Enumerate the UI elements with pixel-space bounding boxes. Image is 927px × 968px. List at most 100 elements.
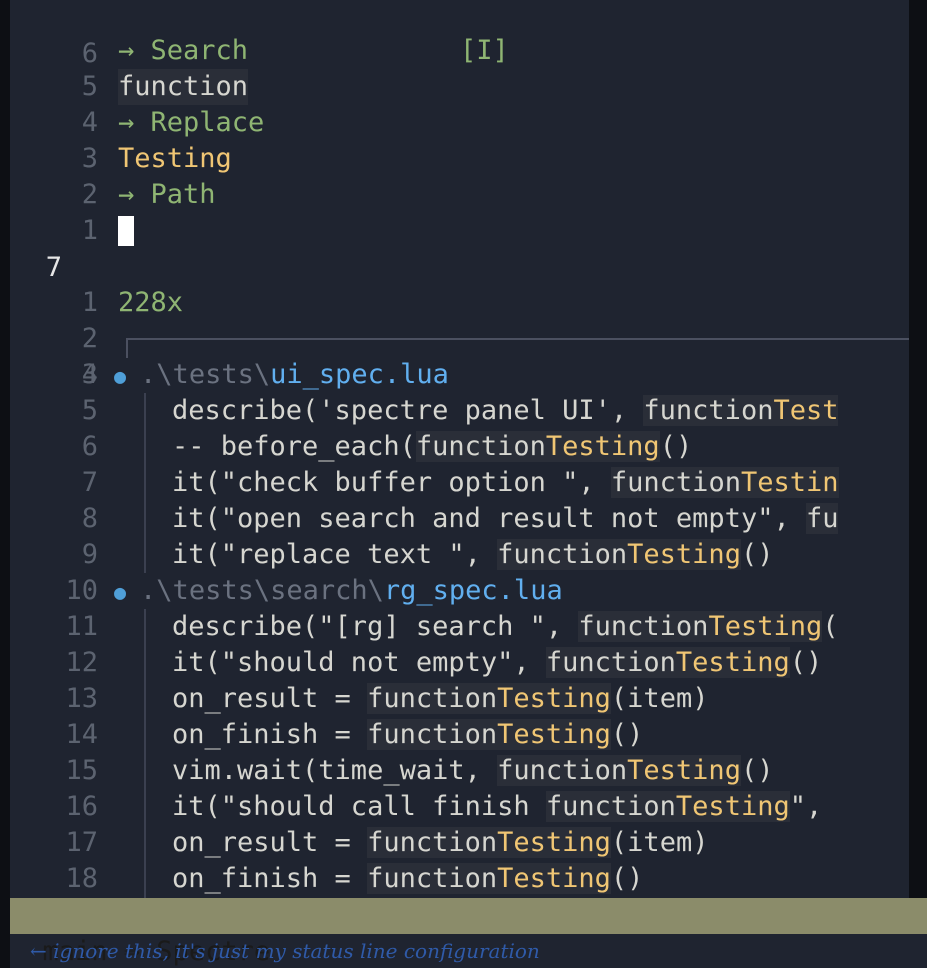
line-number: 17 — [65, 827, 98, 858]
line-number: 14 — [65, 719, 98, 750]
match-replacement: Testing — [497, 719, 611, 750]
path-input-line[interactable]: 7 — [10, 214, 909, 283]
result-match[interactable]: 9 it("replace text ", functionTesting() — [10, 537, 909, 573]
match-search-term: function — [497, 755, 628, 786]
result-match[interactable]: 12 it("should not empty", functionTesting… — [10, 645, 909, 681]
file-name: ui_spec.lua — [270, 359, 449, 390]
replace-input[interactable]: Testing — [118, 141, 232, 177]
right-border — [909, 0, 927, 898]
line-number: 8 — [81, 503, 98, 534]
file-directory: .\tests\ — [140, 359, 271, 390]
line-number: 4 — [81, 359, 98, 390]
match-search-term: function — [415, 431, 546, 462]
line-number: 7 — [81, 467, 98, 498]
handwritten-annotation: ← ignore this, it's just my status line … — [30, 939, 540, 963]
results-separator-corner — [126, 338, 128, 358]
result-match[interactable]: 15 vim.wait(time_wait, functionTesting() — [10, 753, 909, 789]
match-prefix: vim.wait(time_wait, — [172, 755, 498, 786]
search-input[interactable]: function — [118, 69, 249, 105]
result-match[interactable]: 6 -- before_each(functionTesting() — [10, 429, 909, 465]
line-number: 11 — [65, 611, 98, 642]
match-prefix: it("open search and result not empty", — [172, 503, 806, 534]
statusline: main ⇒ Spectre — [10, 898, 927, 967]
match-prefix: on_finish = — [172, 863, 368, 894]
match-prefix: describe("[rg] search ", — [172, 611, 579, 642]
match-suffix: (item) — [610, 827, 709, 858]
match-highlight: functionTesting — [497, 755, 741, 786]
match-suffix: () — [610, 719, 644, 750]
match-replacement: Testing — [627, 755, 741, 786]
match-search-term: fu — [805, 503, 839, 534]
match-prefix: -- before_each( — [172, 431, 416, 462]
match-search-term: function — [367, 827, 498, 858]
match-replacement: Testing — [675, 791, 790, 822]
result-match[interactable]: 5 describe('spectre panel UI', functionTe… — [10, 393, 909, 429]
match-replacement: Testing — [497, 863, 611, 894]
match-suffix: () — [740, 539, 774, 570]
match-highlight: functionTesting — [367, 719, 611, 750]
search-input-line[interactable]: 4 function — [10, 69, 909, 138]
match-count: 228x — [118, 287, 184, 318]
result-match[interactable]: 8 it("open search and result not empty", … — [10, 501, 909, 537]
spectre-panel[interactable]: 6 5 → Search [I] 4 function 3 → Replace … — [10, 0, 909, 898]
result-match[interactable]: 18 on_finish = functionTesting() — [10, 861, 909, 897]
file-name: rg_spec.lua — [383, 575, 563, 606]
match-suffix: () — [659, 431, 693, 462]
line-number: 16 — [65, 791, 98, 822]
result-file[interactable]: 10 ● .\tests\search\rg_spec.lua — [10, 573, 909, 609]
file-bullet-icon: ● — [114, 580, 127, 604]
path-input[interactable] — [118, 214, 134, 250]
match-suffix: () — [740, 755, 774, 786]
match-suffix: () — [610, 863, 644, 894]
match-highlight: functionTestin — [610, 467, 839, 498]
line-number: 5 — [81, 395, 98, 426]
result-match[interactable]: 17 on_result = functionTesting(item) — [10, 825, 909, 861]
match-count-line: 2 228x — [10, 285, 909, 354]
match-replacement: Test — [773, 395, 839, 426]
match-replacement: Testing — [497, 827, 611, 858]
replace-input-line[interactable]: 2 Testing — [10, 141, 909, 210]
match-prefix: on_result = — [172, 683, 368, 714]
replace-label: → Replace — [118, 107, 265, 138]
match-replacement: Testin — [740, 467, 839, 498]
match-suffix: () — [789, 647, 823, 678]
match-search-term: function — [545, 791, 676, 822]
match-search-term: function — [497, 539, 628, 570]
match-replacement: Testing — [497, 683, 611, 714]
match-highlight: functionTesting — [367, 683, 611, 714]
line-number: 12 — [65, 647, 98, 678]
result-match[interactable]: 16 it("should call finish functionTesting… — [10, 789, 909, 825]
search-flag[interactable]: [I] — [460, 33, 509, 69]
match-highlight: functionTesting — [415, 431, 660, 462]
match-suffix: (item) — [610, 683, 709, 714]
text-cursor — [118, 216, 134, 246]
replace-label-line: 3 → Replace — [10, 105, 909, 174]
match-search-term: function — [367, 719, 498, 750]
match-search-term: function — [578, 611, 709, 642]
result-match[interactable]: 14 on_finish = functionTesting() — [10, 717, 909, 753]
file-directory: .\tests\search\ — [140, 575, 384, 606]
match-prefix: on_finish = — [172, 719, 368, 750]
match-search-term: function — [610, 467, 741, 498]
match-replacement: Testing — [675, 647, 790, 678]
path-label-line: 1 → Path — [10, 177, 909, 246]
match-search-term: function — [367, 863, 498, 894]
match-replacement: Testing — [708, 611, 823, 642]
match-prefix: it("replace text ", — [172, 539, 498, 570]
panel-line: 1 — [10, 249, 909, 318]
match-search-term: function — [545, 647, 676, 678]
line-number: 15 — [65, 755, 98, 786]
match-suffix: ( — [822, 611, 839, 642]
match-prefix: it("should call finish — [172, 791, 546, 822]
match-search-term: function — [367, 683, 498, 714]
match-replacement: Testing — [627, 539, 741, 570]
result-match[interactable]: 7 it("check buffer option ", functionTest… — [10, 465, 909, 501]
search-label-line: 5 → Search [I] — [10, 33, 909, 102]
match-search-term: function — [643, 395, 774, 426]
result-match[interactable]: 11 describe("[rg] search ", functionTesti… — [10, 609, 909, 645]
line-number: 18 — [65, 863, 98, 894]
match-prefix: describe('spectre panel UI', — [172, 395, 644, 426]
result-match[interactable]: 13 on_result = functionTesting(item) — [10, 681, 909, 717]
match-highlight: functionTesting — [545, 791, 790, 822]
result-file[interactable]: 4 ● .\tests\ui_spec.lua — [10, 357, 909, 393]
